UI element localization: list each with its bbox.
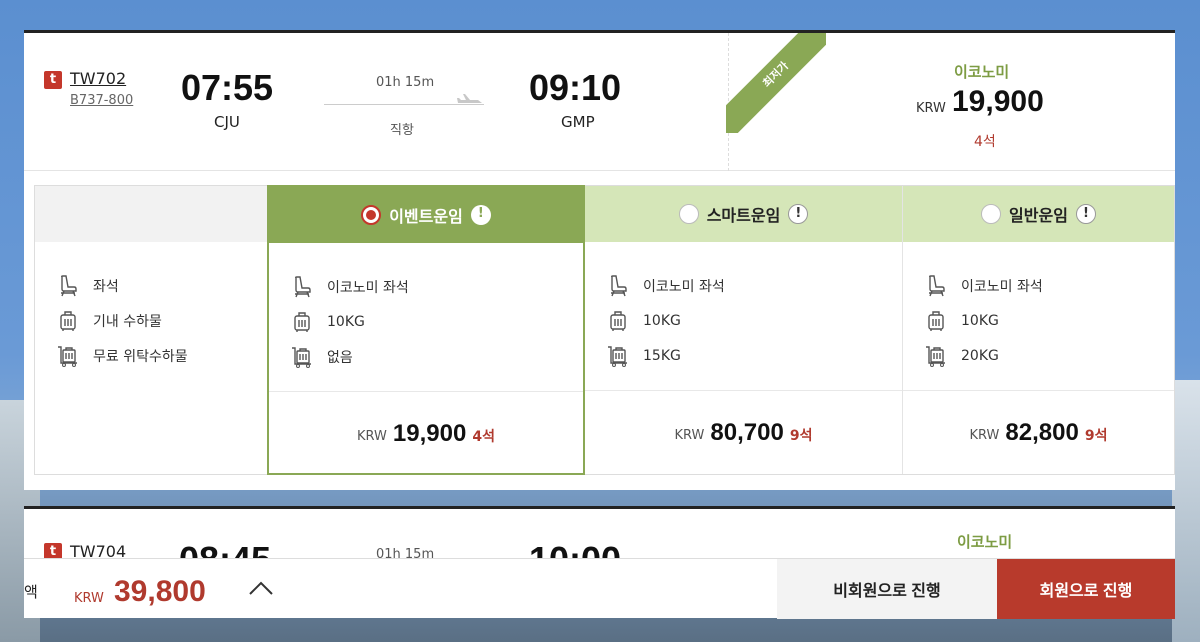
fare-amount: 82,800	[1005, 418, 1079, 446]
carry-on-luggage-icon	[928, 310, 944, 331]
flight-number-link[interactable]: TW702	[70, 69, 126, 88]
airline-logo-icon: t	[44, 71, 62, 89]
total-price: 39,800	[114, 575, 206, 608]
carry-on-luggage-icon	[60, 310, 76, 331]
fare-seat-value: 이코노미 좌석	[327, 279, 409, 296]
currency-label: KRW	[969, 428, 1000, 443]
checked-baggage-icon	[58, 345, 77, 367]
fare-seat-value: 이코노미 좌석	[961, 278, 1043, 295]
airplane-icon	[457, 94, 482, 103]
fare-features: 이코노미 좌석 10KG 20KG	[925, 268, 1043, 373]
fare-radio[interactable]	[981, 204, 1002, 224]
fare-options-table: 좌석 기내 수하물 무료 위탁수하물 이벤트운임 ! 이코노미 좌석 10KG …	[34, 185, 1175, 475]
fare-seats: 4석	[472, 428, 495, 445]
seat-icon	[610, 274, 627, 296]
ribbon-label: 최저가	[726, 33, 826, 133]
row-label-text: 기내 수하물	[93, 313, 162, 330]
fare-amount: 19,900	[392, 419, 467, 447]
proceed-as-member-button[interactable]: 회원으로 진행	[997, 559, 1175, 619]
fare-option-smart[interactable]: 스마트운임 ! 이코노미 좌석 10KG 15KG KRW 80,700 9석	[585, 186, 903, 474]
fare-seats: 9석	[789, 427, 813, 444]
seats-remaining: 4석	[974, 134, 996, 150]
departure-time: 07:55	[181, 67, 274, 108]
fare-row-labels: 좌석 기내 수하물 무료 위탁수하물	[35, 186, 268, 474]
cabin-class: 이코노미	[957, 533, 1013, 551]
currency-label: KRW	[916, 101, 946, 116]
route-type: 직항	[390, 123, 414, 138]
checked-baggage-icon	[292, 346, 311, 368]
checked-baggage-icon	[926, 345, 945, 367]
fare-seat: 이코노미 좌석	[291, 269, 409, 304]
flight-duration: 01h 15m	[376, 75, 435, 90]
seat-icon	[928, 274, 945, 296]
row-label-checked: 무료 위탁수하물	[57, 338, 188, 373]
fare-checked: 15KG	[607, 338, 725, 373]
fare-price: KRW 80,700 9석	[585, 390, 902, 474]
currency-label: KRW	[74, 591, 104, 606]
info-icon[interactable]: !	[788, 204, 809, 224]
fare-carry-on-value: 10KG	[643, 312, 681, 329]
fare-carry-on: 10KG	[925, 303, 1043, 338]
fare-checked: 없음	[291, 339, 409, 374]
fare-option-event[interactable]: 이벤트운임 ! 이코노미 좌석 10KG 없음 KRW 19,900 4석	[267, 185, 585, 475]
fare-radio[interactable]	[678, 204, 699, 224]
fare-checked-value: 없음	[327, 349, 353, 366]
currency-label: KRW	[674, 428, 705, 443]
flight-summary-row[interactable]: t TW702 B737-800 07:55 CJU 01h 15m 직항 09…	[24, 33, 1175, 171]
fare-carry-on-value: 10KG	[961, 312, 999, 329]
fare-carry-on-value: 10KG	[327, 313, 365, 330]
fare-features: 이코노미 좌석 10KG 15KG	[607, 268, 725, 373]
fare-carry-on: 10KG	[607, 303, 725, 338]
fare-carry-on: 10KG	[291, 304, 409, 339]
fare-seat: 이코노미 좌석	[925, 268, 1043, 303]
checked-baggage-icon	[608, 345, 627, 367]
feature-label-list: 좌석 기내 수하물 무료 위탁수하물	[57, 268, 188, 373]
bottom-total-bar: 액 KRW 39,800 비회원으로 진행 회원으로 진행	[24, 558, 1175, 619]
aircraft-type-link[interactable]: B737-800	[70, 93, 133, 108]
chevron-up-icon[interactable]	[248, 579, 274, 597]
carry-on-luggage-icon	[294, 311, 310, 332]
label-header	[35, 186, 267, 242]
fare-checked-value: 15KG	[643, 347, 681, 364]
fare-checked-value: 20KG	[961, 347, 999, 364]
lowest-price-ribbon: 최저가	[726, 33, 826, 133]
row-label-text: 좌석	[93, 278, 119, 295]
departure-airport: CJU	[214, 113, 240, 131]
flight-card-collapsed[interactable]: t TW704 08:45 01h 15m 10:00 이코노미	[24, 506, 1175, 580]
cabin-class: 이코노미	[954, 63, 1010, 81]
row-label-seat: 좌석	[57, 268, 188, 303]
currency-label: KRW	[357, 429, 387, 444]
lowest-price: 19,900	[952, 85, 1044, 118]
fare-amount: 80,700	[710, 418, 784, 446]
fare-header[interactable]: 이벤트운임 !	[269, 187, 583, 243]
fare-name: 스마트운임	[706, 206, 781, 225]
fare-seat: 이코노미 좌석	[607, 268, 725, 303]
fare-header[interactable]: 스마트운임 !	[585, 186, 902, 242]
fare-checked: 20KG	[925, 338, 1043, 373]
fare-price: KRW 82,800 9석	[903, 390, 1174, 474]
seat-icon	[60, 274, 77, 296]
info-icon[interactable]: !	[470, 205, 491, 225]
fare-radio-selected[interactable]	[361, 205, 382, 225]
fare-seats: 9석	[1084, 427, 1108, 444]
row-label-text: 무료 위탁수하물	[93, 348, 188, 365]
seat-icon	[294, 275, 311, 297]
arrival-time: 09:10	[529, 67, 622, 108]
fare-features: 이코노미 좌석 10KG 없음	[291, 269, 409, 374]
fare-seat-value: 이코노미 좌석	[643, 278, 725, 295]
fare-name: 일반운임	[1009, 206, 1068, 225]
fare-header[interactable]: 일반운임 !	[903, 186, 1174, 242]
arrival-airport: GMP	[561, 113, 595, 131]
fare-price: KRW 19,900 4석	[269, 391, 583, 475]
fare-option-normal[interactable]: 일반운임 ! 이코노미 좌석 10KG 20KG KRW 82,800 9석	[903, 186, 1174, 474]
flight-card-expanded: t TW702 B737-800 07:55 CJU 01h 15m 직항 09…	[24, 30, 1175, 490]
total-label: 액	[24, 583, 38, 601]
background-image-right	[1172, 380, 1200, 642]
fare-name: 이벤트운임	[389, 207, 463, 226]
carry-on-luggage-icon	[610, 310, 626, 331]
info-icon[interactable]: !	[1075, 204, 1096, 224]
row-label-carry-on: 기내 수하물	[57, 303, 188, 338]
proceed-as-guest-button[interactable]: 비회원으로 진행	[777, 559, 997, 619]
